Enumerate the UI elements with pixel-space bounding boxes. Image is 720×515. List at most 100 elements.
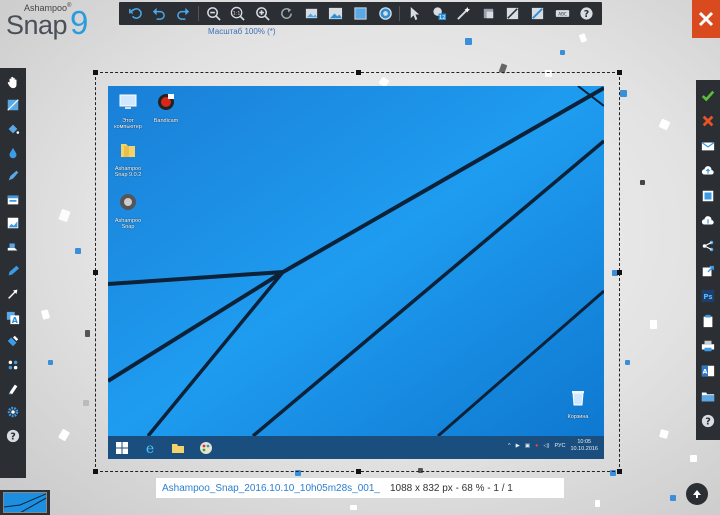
thumbnail-strip <box>0 490 50 515</box>
desktop-icon[interactable]: Bandicam <box>146 92 186 124</box>
redo-icon[interactable] <box>173 4 195 23</box>
svg-text:?: ? <box>584 9 589 20</box>
tray-language[interactable]: РУС <box>554 443 565 449</box>
svg-text:Ps: Ps <box>703 293 712 301</box>
nav-up-button[interactable] <box>686 483 708 505</box>
svg-text:A: A <box>703 368 708 375</box>
rotate-icon[interactable] <box>276 4 298 23</box>
fill-icon[interactable] <box>350 4 372 23</box>
photoshop-icon[interactable]: Ps <box>697 283 719 308</box>
image-small-icon[interactable] <box>301 4 323 23</box>
tray-clock[interactable]: 10:05 10.10.2016 <box>570 439 598 453</box>
email-icon[interactable] <box>697 133 719 158</box>
svg-text:?: ? <box>10 431 16 442</box>
computer-icon <box>119 94 137 109</box>
start-button[interactable] <box>108 436 136 459</box>
help-icon[interactable]: ? <box>576 4 598 23</box>
zoom-in-icon[interactable] <box>251 4 273 23</box>
export-icon[interactable] <box>697 258 719 283</box>
tray-record-icon[interactable]: ● <box>535 443 538 449</box>
desktop-icon-label: Bandicam <box>153 118 179 124</box>
marker-icon[interactable] <box>2 377 24 401</box>
taskbar-explorer[interactable] <box>164 436 192 459</box>
highlight-icon[interactable] <box>2 330 24 354</box>
folder-icon[interactable] <box>697 383 719 408</box>
tray-cursor-icon[interactable]: ▶ <box>516 443 520 449</box>
clock-time: 10:05 <box>577 439 592 445</box>
resize-handle[interactable] <box>93 469 98 474</box>
help-icon[interactable]: ? <box>2 424 24 448</box>
desktop-icon[interactable]: Ashampoo Snap <box>108 192 148 230</box>
diagonal-icon[interactable] <box>527 4 549 23</box>
undo-all-icon[interactable] <box>124 4 146 23</box>
crop-frame-icon[interactable] <box>2 94 24 118</box>
svg-text:12: 12 <box>439 15 446 21</box>
taskbar: e ^ ▶ ▣ ● ◁) РУС 10:05 10.10.2016 <box>108 436 604 459</box>
desktop-icon[interactable]: Корзина <box>558 388 598 420</box>
dots-icon[interactable] <box>2 353 24 377</box>
file-name[interactable]: Ashampoo_Snap_2016.10.10_10h05m28s_001_ <box>162 483 380 494</box>
text-a-icon[interactable]: A <box>2 306 24 330</box>
zoom-out-icon[interactable] <box>202 4 224 23</box>
zoom-1to1-icon[interactable]: 1:1 <box>227 4 249 23</box>
pen-icon[interactable] <box>2 164 24 188</box>
step-numbers-icon[interactable]: 12 <box>428 4 450 23</box>
tray-network-icon[interactable]: ▣ <box>525 443 530 449</box>
desktop-icon-label: Ashampoo Snap <box>114 218 142 230</box>
bucket-icon[interactable] <box>2 117 24 141</box>
desktop-icon[interactable]: Ashampoo Snap 9.0.2 <box>108 140 148 178</box>
print-frame-icon[interactable] <box>697 183 719 208</box>
printer-icon[interactable] <box>697 333 719 358</box>
arrow-icon[interactable] <box>2 282 24 306</box>
image-large-icon[interactable] <box>325 4 347 23</box>
tray-expand-icon[interactable]: ^ <box>508 443 511 449</box>
captured-image[interactable]: Этот компьютер Bandicam Ashampoo Snap 9.… <box>108 86 604 459</box>
bandicam-icon <box>158 94 174 110</box>
resize-handle[interactable] <box>356 70 361 75</box>
check-icon[interactable] <box>697 83 719 108</box>
thumbnail-item[interactable] <box>3 492 47 513</box>
gear-icon[interactable] <box>2 400 24 424</box>
resize-handle[interactable] <box>617 70 622 75</box>
cancel-icon[interactable] <box>697 108 719 133</box>
drop-icon[interactable] <box>2 141 24 165</box>
crop-icon[interactable] <box>478 4 500 23</box>
stamp-icon[interactable] <box>2 235 24 259</box>
snap-app-icon <box>120 194 136 210</box>
magic-wand-icon[interactable] <box>453 4 475 23</box>
cloud-icon[interactable] <box>697 208 719 233</box>
window-icon[interactable] <box>2 188 24 212</box>
desktop-icon[interactable]: Этот компьютер <box>108 92 148 130</box>
left-toolbar: A ? <box>0 68 26 478</box>
edge-browser-icon: e <box>146 441 154 455</box>
tray-speaker-icon[interactable]: ◁) <box>543 443 549 449</box>
file-explorer-icon <box>172 443 184 453</box>
undo-icon[interactable] <box>148 4 170 23</box>
cloud-upload-icon[interactable] <box>697 158 719 183</box>
taskbar-paint[interactable] <box>192 436 220 459</box>
paint-icon <box>200 441 212 454</box>
resize-handle[interactable] <box>617 270 622 275</box>
text-abc-icon[interactable]: ABC <box>551 4 573 23</box>
close-button[interactable] <box>692 0 720 38</box>
slash-icon[interactable] <box>502 4 524 23</box>
system-tray: ^ ▶ ▣ ● ◁) РУС 10:05 10.10.2016 <box>508 439 598 453</box>
word-icon[interactable]: A <box>697 358 719 383</box>
circle-target-icon[interactable] <box>374 4 396 23</box>
taskbar-edge[interactable]: e <box>136 436 164 459</box>
clipboard-icon[interactable] <box>697 308 719 333</box>
help-icon[interactable]: ? <box>697 408 719 433</box>
image-icon[interactable] <box>2 212 24 236</box>
hand-icon[interactable] <box>2 70 24 94</box>
pencil-icon[interactable] <box>2 259 24 283</box>
resize-handle[interactable] <box>93 270 98 275</box>
recycle-bin-icon <box>572 391 584 406</box>
app-logo: Ashampoo® Snap 9 <box>4 2 104 42</box>
top-toolbar: 1:1 12 ABC ? <box>119 2 602 25</box>
resize-handle[interactable] <box>617 469 622 474</box>
folder-icon <box>121 144 135 157</box>
resize-handle[interactable] <box>356 469 361 474</box>
resize-handle[interactable] <box>93 70 98 75</box>
share-icon[interactable] <box>697 233 719 258</box>
pointer-icon[interactable] <box>404 4 426 23</box>
